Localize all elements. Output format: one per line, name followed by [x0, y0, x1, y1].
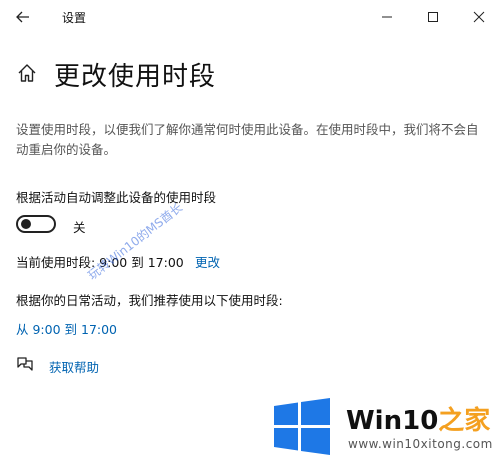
recommended-hours-link[interactable]: 从 9:00 到 17:00	[16, 319, 117, 338]
page-title: 更改使用时段	[54, 62, 217, 92]
maximize-icon	[428, 12, 438, 22]
back-arrow-icon	[16, 11, 29, 23]
get-help-link[interactable]: 获取帮助	[49, 357, 99, 376]
window-title: 设置	[62, 11, 87, 25]
recommendation-label: 根据你的日常活动，我们推荐使用以下使用时段:	[16, 293, 283, 308]
minimize-icon	[382, 16, 392, 18]
change-hours-link[interactable]: 更改	[195, 252, 220, 271]
toggle-knob	[21, 219, 31, 229]
minimize-button[interactable]	[372, 4, 402, 30]
brand-name: Win10之家	[346, 400, 490, 437]
title-bar: 设置	[0, 0, 503, 34]
auto-adjust-label: 根据活动自动调整此设备的使用时段	[16, 190, 217, 205]
help-chat-icon[interactable]	[16, 355, 34, 373]
close-button[interactable]	[464, 4, 494, 30]
auto-adjust-toggle[interactable]	[16, 215, 56, 233]
page-description: 设置使用时段，以便我们了解你通常何时使用此设备。在使用时段中，我们将不会自动重启…	[16, 122, 479, 157]
toggle-state-label: 关	[73, 220, 86, 235]
brand-name-suffix: 之家	[438, 406, 491, 436]
back-button[interactable]	[10, 5, 36, 29]
maximize-button[interactable]	[418, 4, 448, 30]
home-icon[interactable]	[16, 62, 38, 84]
windows-logo-icon	[270, 398, 334, 456]
brand-url: www.win10xitong.com	[348, 437, 493, 451]
brand-name-prefix: Win10	[346, 406, 439, 436]
close-icon	[473, 11, 485, 23]
